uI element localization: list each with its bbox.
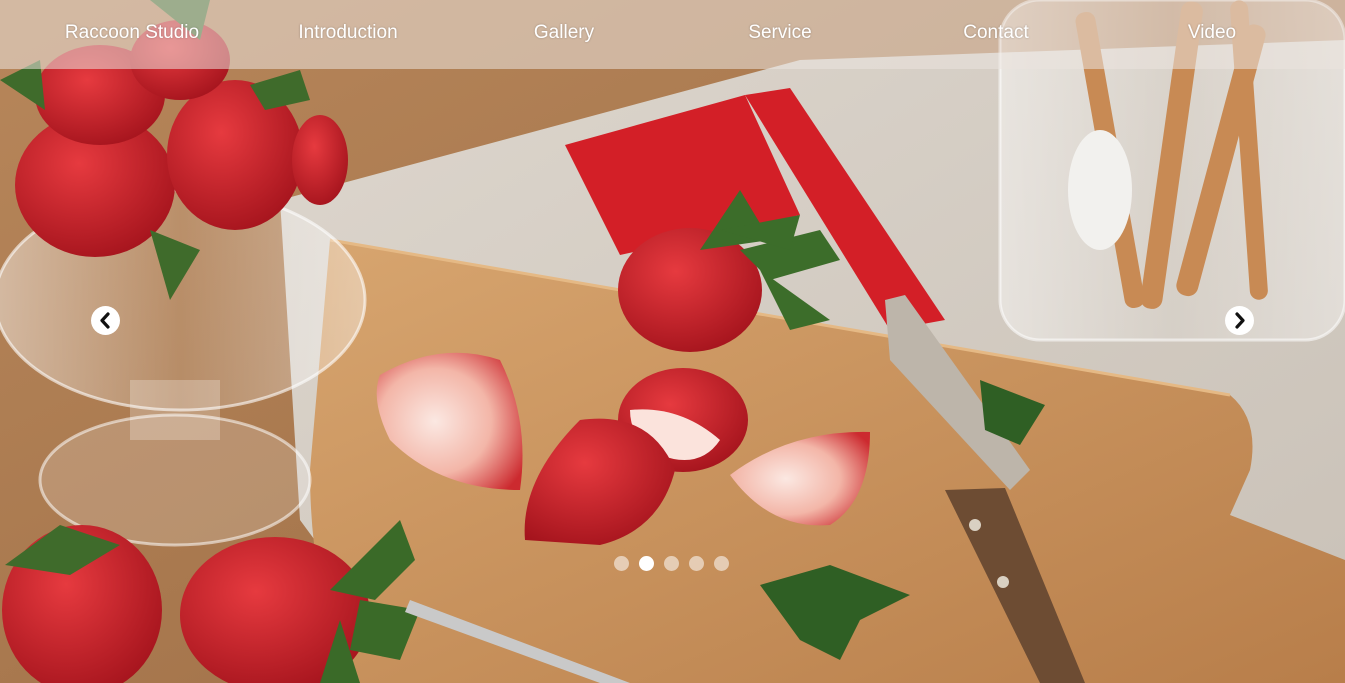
nav-item-introduction[interactable]: Introduction	[240, 0, 456, 69]
carousel-prev-button[interactable]	[91, 306, 120, 335]
brand-link[interactable]: Raccoon Studio	[24, 0, 240, 69]
carousel-next-button[interactable]	[1225, 306, 1254, 335]
chevron-left-icon	[100, 312, 110, 329]
nav-item-gallery[interactable]: Gallery	[456, 0, 672, 69]
nav-item-contact[interactable]: Contact	[888, 0, 1104, 69]
carousel-dot-4[interactable]	[689, 556, 704, 571]
hero-carousel: Raccoon Studio Introduction Gallery Serv…	[0, 0, 1345, 683]
carousel-dot-2[interactable]	[639, 556, 654, 571]
chevron-right-icon	[1235, 312, 1245, 329]
carousel-dot-3[interactable]	[664, 556, 679, 571]
nav-item-service[interactable]: Service	[672, 0, 888, 69]
nav-item-video[interactable]: Video	[1104, 0, 1320, 69]
top-nav: Raccoon Studio Introduction Gallery Serv…	[0, 0, 1345, 69]
carousel-slide-image	[0, 0, 1345, 683]
carousel-dot-1[interactable]	[614, 556, 629, 571]
carousel-dot-5[interactable]	[714, 556, 729, 571]
